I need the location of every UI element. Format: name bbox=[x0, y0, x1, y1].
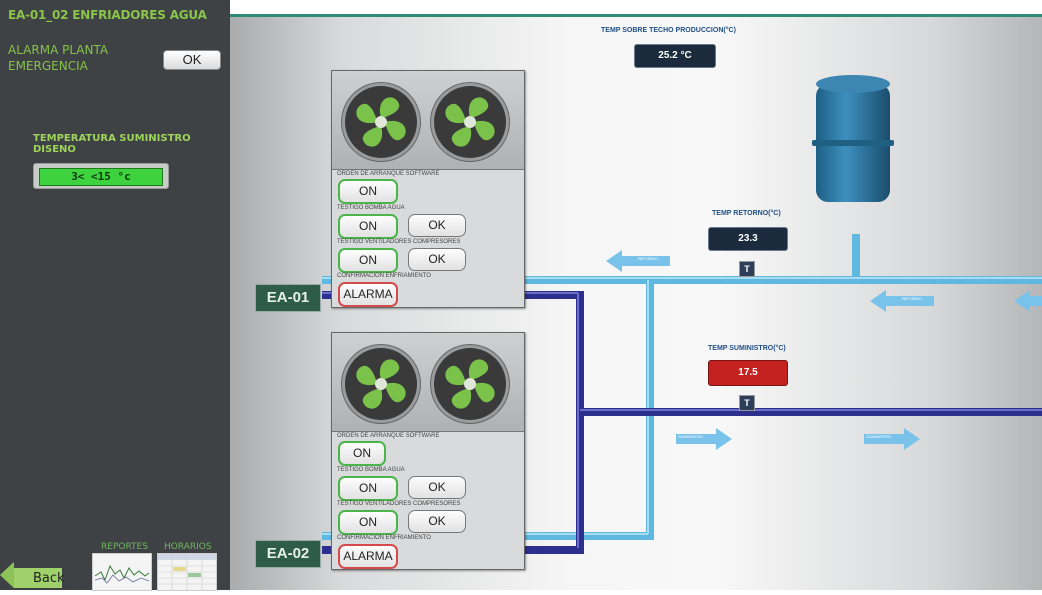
supply-flow-label: SUMINISTRO bbox=[866, 434, 892, 439]
chiller-ea02-tag: EA-02 bbox=[255, 540, 321, 568]
compressor-fans-ok-button[interactable]: OK bbox=[408, 248, 466, 271]
start-order-on-button[interactable]: ON bbox=[338, 441, 386, 466]
schedules-link[interactable]: HORARIOS bbox=[164, 542, 212, 552]
start-order-label: ORDEN DE ARRANQUE SOFTWARE bbox=[337, 171, 440, 177]
design-supply-temp-value: 3< <15 °c bbox=[39, 168, 163, 186]
cooling-confirm-label: CONFIRMACION ENFRIAMIENTO bbox=[337, 535, 431, 541]
cooling-confirm-alarm-button[interactable]: ALARMA bbox=[338, 544, 398, 569]
chiller-ea02-panel: ORDEN DE ARRANQUE SOFTWARE ON TESTIGO BO… bbox=[331, 332, 525, 570]
chiller-ea01-fans bbox=[332, 71, 524, 170]
fan-icon bbox=[345, 86, 417, 158]
reports-thumbnail-icon[interactable] bbox=[92, 553, 152, 591]
chiller-ea01-panel: ORDEN DE ARRANQUE SOFTWARE ON TESTIGO BO… bbox=[331, 70, 525, 308]
schedules-thumbnail-icon[interactable] bbox=[157, 553, 217, 591]
fan-icon bbox=[434, 348, 506, 420]
compressor-fans-on-button[interactable]: ON bbox=[338, 248, 398, 273]
return-flow-arrow-icon bbox=[870, 290, 934, 312]
chiller-ea01-tag: EA-01 bbox=[255, 284, 321, 312]
return-flow-arrow-icon bbox=[606, 250, 670, 272]
cooling-confirm-label: CONFIRMACION ENFRIAMIENTO bbox=[337, 273, 431, 279]
roof-temp-label: TEMP SOBRE TECHO PRODUCCION(°C) bbox=[601, 27, 736, 34]
design-supply-temp-label: TEMPERATURA SUMINISTRO DISENO bbox=[33, 133, 191, 155]
return-temp-label: TEMP RETORNO(°C) bbox=[712, 210, 781, 217]
emergency-plant-alarm-label: ALARMA PLANTA EMERGENCIA bbox=[8, 43, 109, 73]
fan-icon bbox=[434, 86, 506, 158]
return-temp-value: 23.3 bbox=[708, 227, 788, 251]
return-temp-sensor-icon: T bbox=[739, 261, 755, 277]
compressor-fans-ok-button[interactable]: OK bbox=[408, 510, 466, 533]
roof-temp-value: 25.2 °C bbox=[634, 44, 716, 68]
water-pump-on-button[interactable]: ON bbox=[338, 214, 398, 239]
water-pump-label: TESTIGO BOMBA AGUA bbox=[337, 205, 405, 211]
cooling-confirm-alarm-button[interactable]: ALARMA bbox=[338, 282, 398, 307]
supply-temp-value: 17.5 bbox=[708, 360, 788, 386]
sidebar-title: EA-01_02 ENFRIADORES AGUA bbox=[8, 8, 207, 22]
compressor-fans-on-button[interactable]: ON bbox=[338, 510, 398, 535]
expansion-tank-icon bbox=[812, 75, 894, 202]
start-order-on-button[interactable]: ON bbox=[338, 179, 398, 204]
compressor-fans-label: TESTIGO VENTILADORES COMPRESORES bbox=[337, 239, 461, 245]
water-pump-ok-button[interactable]: OK bbox=[408, 214, 466, 237]
compressor-fans-label: TESTIGO VENTILADORES COMPRESORES bbox=[337, 501, 461, 507]
process-diagram: RETORNO RETORNO SUMINISTRO SUMINISTRO TE… bbox=[230, 14, 1042, 590]
fan-icon bbox=[345, 348, 417, 420]
sidebar: EA-01_02 ENFRIADORES AGUA ALARMA PLANTA … bbox=[0, 0, 230, 591]
supply-flow-label: SUMINISTRO bbox=[678, 434, 704, 439]
water-pump-on-button[interactable]: ON bbox=[338, 476, 398, 501]
start-order-label: ORDEN DE ARRANQUE SOFTWARE bbox=[337, 433, 440, 439]
back-button-label[interactable]: Back bbox=[33, 571, 65, 586]
supply-flow-arrow-icon bbox=[864, 428, 920, 450]
return-flow-arrow-icon bbox=[1014, 290, 1042, 312]
chiller-ea02-fans bbox=[332, 333, 524, 432]
design-supply-temp-display: 3< <15 °c bbox=[33, 163, 169, 189]
emergency-alarm-ok-button[interactable]: OK bbox=[163, 50, 221, 70]
water-pump-label: TESTIGO BOMBA AGUA bbox=[337, 467, 405, 473]
supply-temp-sensor-icon: T bbox=[739, 395, 755, 411]
water-pump-ok-button[interactable]: OK bbox=[408, 476, 466, 499]
return-flow-label: RETORNO bbox=[638, 256, 658, 261]
supply-flow-arrow-icon bbox=[676, 428, 732, 450]
reports-link[interactable]: REPORTES bbox=[101, 542, 148, 552]
return-flow-label: RETORNO bbox=[902, 296, 922, 301]
supply-temp-label: TEMP SUMINISTRO(°C) bbox=[708, 345, 786, 352]
